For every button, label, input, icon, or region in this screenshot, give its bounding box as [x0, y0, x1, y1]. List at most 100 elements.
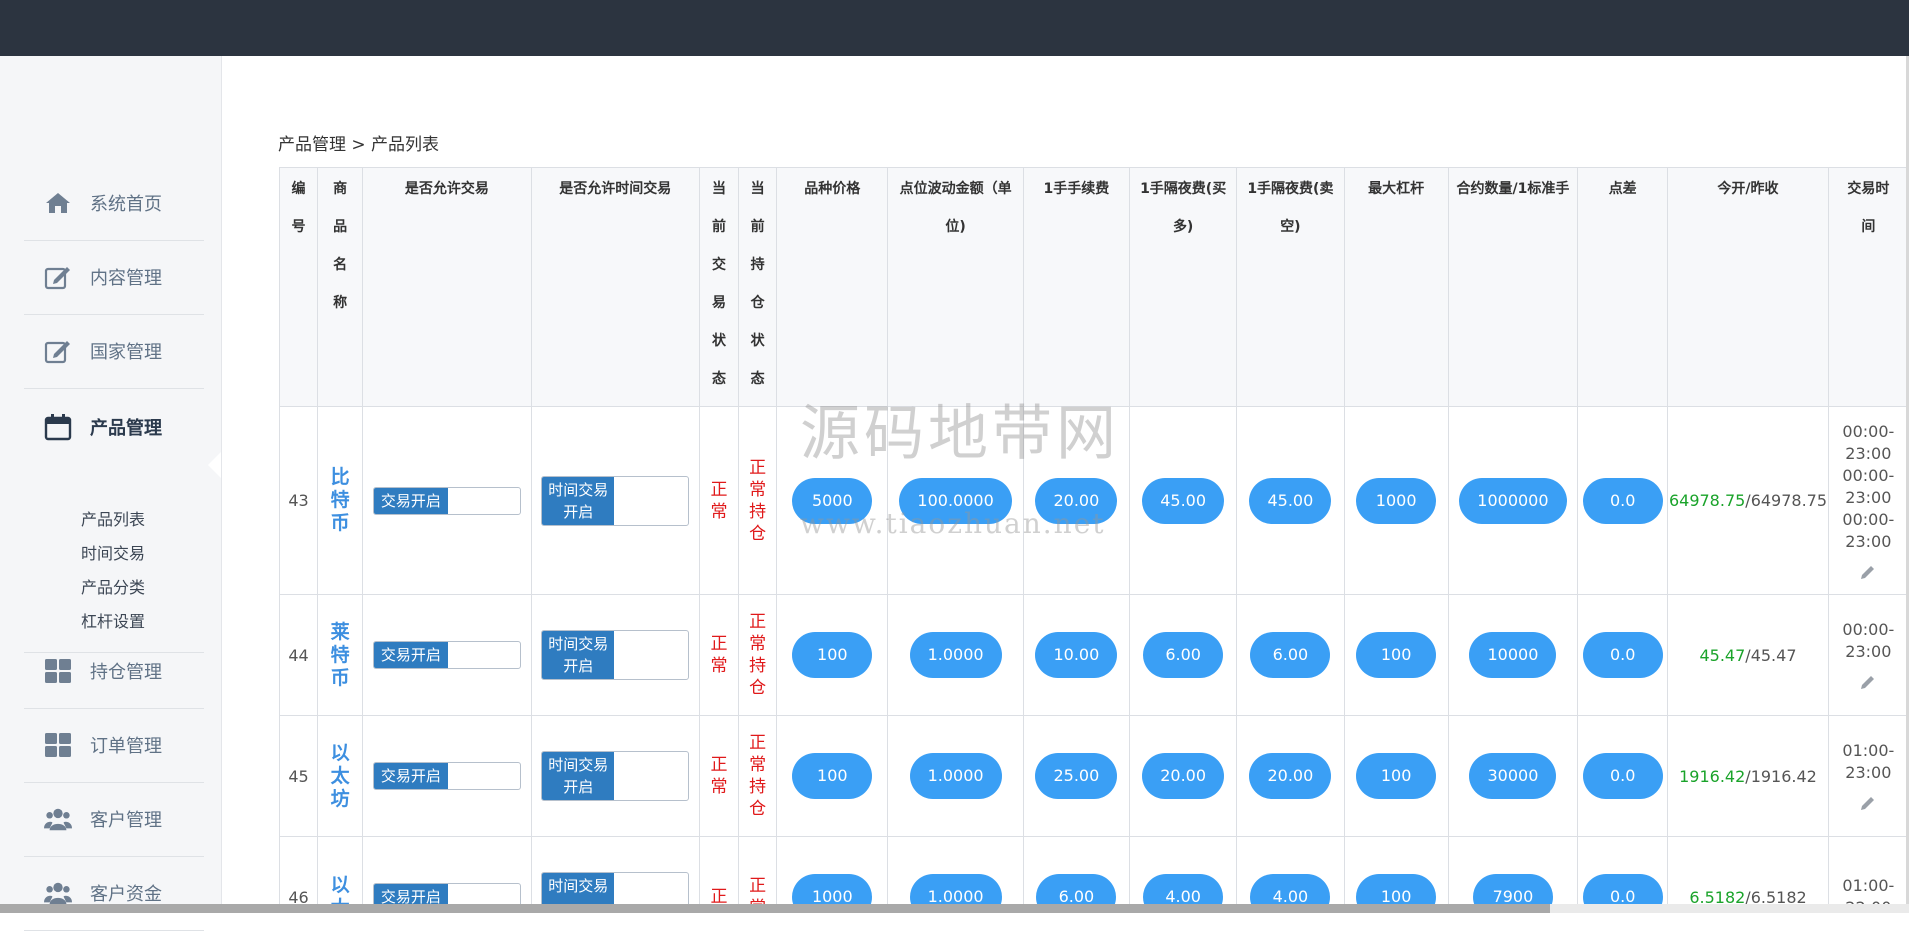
cell-spread: 0.0: [1577, 406, 1669, 595]
cell-overnight-short: 6.00: [1236, 594, 1345, 716]
col-header-fee: 1手手续费: [1022, 167, 1131, 407]
users-icon: [44, 805, 72, 833]
cell-point-value: 1.0000: [887, 715, 1024, 837]
pencil-icon[interactable]: [1859, 673, 1877, 691]
max-leverage-pill[interactable]: 100: [1356, 874, 1437, 907]
overnight-short-pill[interactable]: 6.00: [1250, 632, 1331, 678]
col-header-open-close: 今开/昨收: [1667, 167, 1829, 407]
cell-fee: 10.00: [1022, 594, 1131, 716]
time-trade-toggle[interactable]: 时间交易 开启: [541, 475, 690, 526]
sidebar: 系统首页 内容管理 国家管理 产品管理 产品列表 时间交易 产品分类 杠杆设置 …: [0, 56, 222, 931]
cell-hold-status: 正常: [738, 836, 778, 907]
col-header-price: 品种价格: [776, 167, 889, 407]
spread-pill[interactable]: 0.0: [1582, 632, 1663, 678]
cell-id: 46: [279, 836, 319, 907]
spread-pill[interactable]: 0.0: [1582, 477, 1663, 524]
contract-size-pill[interactable]: 30000: [1469, 753, 1557, 799]
cell-trade-status: 正常: [698, 715, 740, 837]
time-trade-toggle[interactable]: 时间交易 开启: [541, 751, 690, 801]
overnight-short-pill[interactable]: 4.00: [1250, 874, 1331, 907]
col-header-hold-status: 当前持仓状态: [738, 167, 778, 407]
point-value-pill[interactable]: 1.0000: [909, 632, 1002, 678]
pencil-icon[interactable]: [1859, 563, 1877, 581]
fee-pill[interactable]: 25.00: [1035, 753, 1118, 799]
cell-max-leverage: 100: [1343, 594, 1449, 716]
sidebar-item-position[interactable]: 持仓管理: [24, 634, 204, 709]
cell-overnight-long: 45.00: [1129, 406, 1238, 595]
subnav-product-category[interactable]: 产品分类: [81, 571, 145, 605]
table-row: 45 以太坊 交易开启 时间交易 开启 正常 正常持仓 100 1.0000 25…: [279, 715, 1909, 837]
price-pill[interactable]: 100: [792, 632, 873, 678]
cell-price: 1000: [776, 836, 889, 907]
cell-time-toggle: 时间交易 开启: [530, 594, 701, 716]
table-header-row: 编号 商品名称 是否允许交易 是否允许时间交易 当前交易状态 当前持仓状态 品种…: [279, 167, 1909, 407]
cell-trade-toggle: 交易开启: [362, 715, 532, 837]
col-header-spread: 点差: [1577, 167, 1669, 407]
contract-size-pill[interactable]: 7900: [1472, 874, 1553, 907]
fee-pill[interactable]: 6.00: [1036, 874, 1117, 907]
cell-trade-toggle: 交易开启: [362, 836, 532, 907]
max-leverage-pill[interactable]: 100: [1356, 753, 1437, 799]
pencil-icon[interactable]: [1859, 794, 1877, 812]
sidebar-item-product[interactable]: 产品管理: [24, 390, 204, 464]
grid-icon: [44, 731, 72, 759]
home-icon: [44, 189, 72, 217]
horizontal-scrollbar-thumb[interactable]: [0, 904, 1550, 913]
cell-name: 比特币: [317, 406, 364, 595]
overnight-short-pill[interactable]: 20.00: [1249, 753, 1332, 799]
cell-point-value: 1.0000: [887, 836, 1024, 907]
cell-open-close: 64978.75/64978.75: [1667, 406, 1829, 595]
point-value-pill[interactable]: 1.0000: [909, 753, 1002, 799]
cell-time-toggle: 时间交易: [530, 836, 701, 907]
top-bar: [0, 0, 1909, 56]
trade-toggle[interactable]: 交易开启: [372, 641, 521, 669]
cell-price: 100: [776, 594, 889, 716]
trade-toggle[interactable]: 交易开启: [372, 762, 521, 790]
cell-id: 43: [279, 406, 319, 595]
price-pill[interactable]: 1000: [792, 874, 873, 907]
cell-open-close: 1916.42/1916.42: [1667, 715, 1829, 837]
time-trade-toggle[interactable]: 时间交易 开启: [541, 630, 690, 680]
point-value-pill[interactable]: 1.0000: [909, 874, 1002, 907]
max-leverage-pill[interactable]: 100: [1356, 632, 1437, 678]
overnight-short-pill[interactable]: 45.00: [1249, 477, 1332, 524]
contract-size-pill[interactable]: 10000: [1469, 632, 1557, 678]
cell-trade-status: 正常: [698, 406, 740, 595]
contract-size-pill[interactable]: 1000000: [1459, 477, 1567, 524]
sidebar-item-orders[interactable]: 订单管理: [24, 708, 204, 783]
subnav-product-list[interactable]: 产品列表: [81, 503, 145, 537]
sidebar-item-customers[interactable]: 客户管理: [24, 782, 204, 857]
breadcrumb: 产品管理 > 产品列表: [278, 135, 440, 155]
sidebar-item-content[interactable]: 内容管理: [24, 240, 204, 315]
col-header-max-leverage: 最大杠杆: [1343, 167, 1449, 407]
sidebar-item-funds[interactable]: 客户资金: [24, 856, 204, 931]
cell-spread: 0.0: [1577, 594, 1669, 716]
trade-toggle[interactable]: 交易开启: [372, 486, 521, 515]
table-row: 44 莱特币 交易开启 时间交易 开启 正常 正常持仓 100 1.0000 10…: [279, 594, 1909, 716]
sidebar-item-home[interactable]: 系统首页: [24, 166, 204, 241]
sidebar-item-country[interactable]: 国家管理: [24, 314, 204, 389]
max-leverage-pill[interactable]: 1000: [1356, 477, 1437, 524]
fee-pill[interactable]: 10.00: [1035, 632, 1118, 678]
cell-spread: 0.0: [1577, 836, 1669, 907]
watermark-url: www.tiaozhuan.net: [800, 507, 1106, 540]
subnav-time-trade[interactable]: 时间交易: [81, 537, 145, 571]
spread-pill[interactable]: 0.0: [1582, 874, 1663, 907]
sidebar-item-label: 客户管理: [90, 810, 162, 831]
cell-id: 44: [279, 594, 319, 716]
overnight-long-pill[interactable]: 20.00: [1142, 753, 1225, 799]
col-header-trade-time: 交易时间: [1827, 167, 1909, 407]
spread-pill[interactable]: 0.0: [1582, 753, 1663, 799]
price-pill[interactable]: 100: [792, 753, 873, 799]
overnight-long-pill[interactable]: 4.00: [1143, 874, 1224, 907]
cell-trade-time: 01:00-22:00: [1827, 836, 1909, 907]
cell-contract-size: 10000: [1447, 594, 1579, 716]
cell-trade-time: 01:00- 23:00: [1827, 715, 1909, 837]
overnight-long-pill[interactable]: 6.00: [1143, 632, 1224, 678]
cell-trade-time: 00:00- 23:00 00:00- 23:00 00:00- 23:00: [1827, 406, 1909, 595]
grid-icon: [44, 657, 72, 685]
col-header-allow-time-trade: 是否允许时间交易: [530, 167, 701, 407]
overnight-long-pill[interactable]: 45.00: [1142, 477, 1225, 524]
time-trade-toggle[interactable]: 时间交易: [541, 872, 690, 907]
col-header-contract-size: 合约数量/1标准手: [1447, 167, 1579, 407]
